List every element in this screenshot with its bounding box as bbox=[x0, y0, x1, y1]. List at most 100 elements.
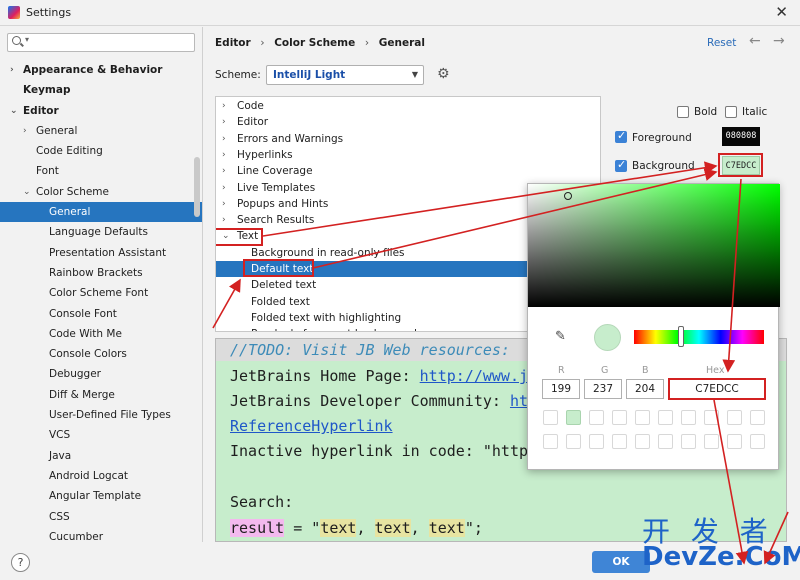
chevron-right-icon[interactable]: › bbox=[222, 163, 226, 179]
preview-reference-link[interactable]: ReferenceHyperlink bbox=[230, 417, 393, 435]
search-icon bbox=[12, 36, 21, 45]
chevron-right-icon[interactable]: › bbox=[222, 114, 226, 130]
reset-link[interactable]: Reset bbox=[707, 37, 736, 49]
foreground-checkbox[interactable] bbox=[615, 129, 627, 143]
sidebar-item-label: Debugger bbox=[49, 368, 101, 381]
sidebar-item[interactable]: ⌄ Color Scheme bbox=[0, 182, 202, 202]
recent-color-slot[interactable] bbox=[566, 434, 581, 449]
foreground-label: Foreground bbox=[632, 132, 692, 144]
recent-color-slot[interactable] bbox=[658, 410, 673, 425]
sidebar-item[interactable]: Color Scheme Font bbox=[0, 283, 202, 303]
chevron-down-icon[interactable]: ⌄ bbox=[10, 101, 18, 121]
bold-checkbox[interactable] bbox=[677, 106, 689, 118]
sidebar-item[interactable]: Console Font bbox=[0, 304, 202, 324]
breadcrumb-editor[interactable]: Editor bbox=[215, 37, 251, 49]
recent-color-slot[interactable] bbox=[750, 434, 765, 449]
recent-color-slot[interactable] bbox=[635, 434, 650, 449]
search-input[interactable]: ▾ bbox=[7, 33, 195, 52]
recent-color-slot[interactable] bbox=[543, 410, 558, 425]
chevron-right-icon[interactable]: › bbox=[23, 121, 27, 141]
foreground-color-swatch[interactable]: 080808 bbox=[722, 127, 760, 146]
recent-color-slot[interactable] bbox=[727, 434, 742, 449]
recent-color-slot[interactable] bbox=[704, 434, 719, 449]
color-element-label: Popups and Hints bbox=[237, 197, 329, 210]
recent-color-slot[interactable] bbox=[704, 410, 719, 425]
chevron-right-icon[interactable]: › bbox=[222, 98, 226, 114]
preview-community-label: JetBrains Developer Community: bbox=[230, 392, 510, 410]
chevron-down-icon[interactable]: ⌄ bbox=[23, 182, 31, 202]
sidebar-item[interactable]: Java bbox=[0, 446, 202, 466]
color-element-row[interactable]: › Code bbox=[216, 98, 600, 114]
sidebar-item[interactable]: VCS bbox=[0, 425, 202, 445]
preview-home-link[interactable]: http://www.j bbox=[420, 367, 528, 385]
sidebar-item-label: Keymap bbox=[23, 84, 71, 97]
chevron-right-icon[interactable]: › bbox=[222, 196, 226, 212]
chevron-right-icon[interactable]: › bbox=[222, 147, 226, 163]
recent-color-slot[interactable] bbox=[589, 434, 604, 449]
scheme-dropdown[interactable]: IntelliJ Light ▼ bbox=[266, 65, 424, 85]
chevron-right-icon[interactable]: › bbox=[222, 212, 226, 228]
preview-community-link[interactable]: ht bbox=[510, 392, 528, 410]
color-element-row[interactable]: › Editor bbox=[216, 114, 600, 130]
green-input[interactable]: 237 bbox=[584, 379, 622, 399]
sidebar-item[interactable]: Font bbox=[0, 161, 202, 181]
chevron-right-icon[interactable]: › bbox=[10, 60, 14, 80]
sidebar-item[interactable]: ⌄ Editor bbox=[0, 101, 202, 121]
sidebar-item[interactable]: Cucumber bbox=[0, 527, 202, 542]
red-input[interactable]: 199 bbox=[542, 379, 580, 399]
sidebar-item[interactable]: Console Colors bbox=[0, 344, 202, 364]
sidebar-item[interactable]: Angular Template bbox=[0, 486, 202, 506]
color-element-row[interactable]: › Line Coverage bbox=[216, 163, 600, 179]
sidebar-item[interactable]: Keymap bbox=[0, 80, 202, 100]
sidebar-item[interactable]: Presentation Assistant bbox=[0, 243, 202, 263]
sidebar-scrollbar[interactable] bbox=[194, 157, 200, 217]
sidebar-item[interactable]: Code With Me bbox=[0, 324, 202, 344]
sidebar-item-label: Code With Me bbox=[49, 327, 122, 340]
saturation-value-area[interactable] bbox=[528, 184, 780, 307]
recent-color-slot[interactable] bbox=[681, 434, 696, 449]
recent-color-slot[interactable] bbox=[658, 434, 673, 449]
chevron-right-icon[interactable]: › bbox=[222, 131, 226, 147]
sidebar-item-label: Code Editing bbox=[36, 145, 103, 158]
sidebar-item[interactable]: User-Defined File Types bbox=[0, 405, 202, 425]
sidebar-item[interactable]: › General bbox=[0, 121, 202, 141]
sidebar-item[interactable]: › Appearance & Behavior bbox=[0, 60, 202, 80]
italic-checkbox[interactable] bbox=[725, 106, 737, 118]
eyedropper-icon[interactable]: ✎ bbox=[555, 329, 566, 344]
blue-input[interactable]: 204 bbox=[626, 379, 664, 399]
hue-slider-thumb[interactable] bbox=[678, 326, 684, 347]
color-element-row[interactable]: › Errors and Warnings bbox=[216, 131, 600, 147]
recent-color-slot[interactable] bbox=[612, 434, 627, 449]
preview-home-line: JetBrains Home Page: http://www.j bbox=[230, 367, 528, 385]
recent-color-slot[interactable] bbox=[727, 410, 742, 425]
sidebar-item[interactable]: Diff & Merge bbox=[0, 385, 202, 405]
sidebar-item-label: Editor bbox=[23, 104, 59, 117]
sidebar-item[interactable]: Debugger bbox=[0, 364, 202, 384]
recent-color-slot[interactable] bbox=[612, 410, 627, 425]
help-button[interactable]: ? bbox=[11, 553, 30, 572]
sidebar-item[interactable]: General bbox=[0, 202, 202, 223]
color-selector-knob[interactable] bbox=[564, 192, 572, 200]
recent-color-slot[interactable] bbox=[543, 434, 558, 449]
color-element-row[interactable]: › Hyperlinks bbox=[216, 147, 600, 163]
chevron-right-icon[interactable]: › bbox=[222, 180, 226, 196]
sidebar-item[interactable]: Language Defaults bbox=[0, 222, 202, 242]
recent-color-slot[interactable] bbox=[566, 410, 581, 425]
sidebar-item[interactable]: Rainbow Brackets bbox=[0, 263, 202, 283]
close-icon[interactable]: ✕ bbox=[775, 3, 788, 21]
bold-label: Bold bbox=[694, 106, 718, 118]
recent-color-slot[interactable] bbox=[635, 410, 650, 425]
sidebar-item[interactable]: Android Logcat bbox=[0, 466, 202, 486]
sidebar-item[interactable]: CSS bbox=[0, 507, 202, 527]
recent-color-slot[interactable] bbox=[750, 410, 765, 425]
background-checkbox[interactable] bbox=[615, 158, 627, 172]
recent-color-slot[interactable] bbox=[589, 410, 604, 425]
recent-color-slot[interactable] bbox=[681, 410, 696, 425]
breadcrumb-general: General bbox=[378, 37, 425, 49]
hue-slider[interactable] bbox=[634, 326, 764, 347]
back-arrow-icon[interactable]: ← bbox=[749, 33, 761, 49]
forward-arrow-icon[interactable]: → bbox=[773, 33, 785, 49]
sidebar-item[interactable]: Code Editing bbox=[0, 141, 202, 161]
breadcrumb-color-scheme[interactable]: Color Scheme bbox=[274, 37, 355, 49]
gear-icon[interactable]: ⚙ bbox=[437, 66, 450, 82]
